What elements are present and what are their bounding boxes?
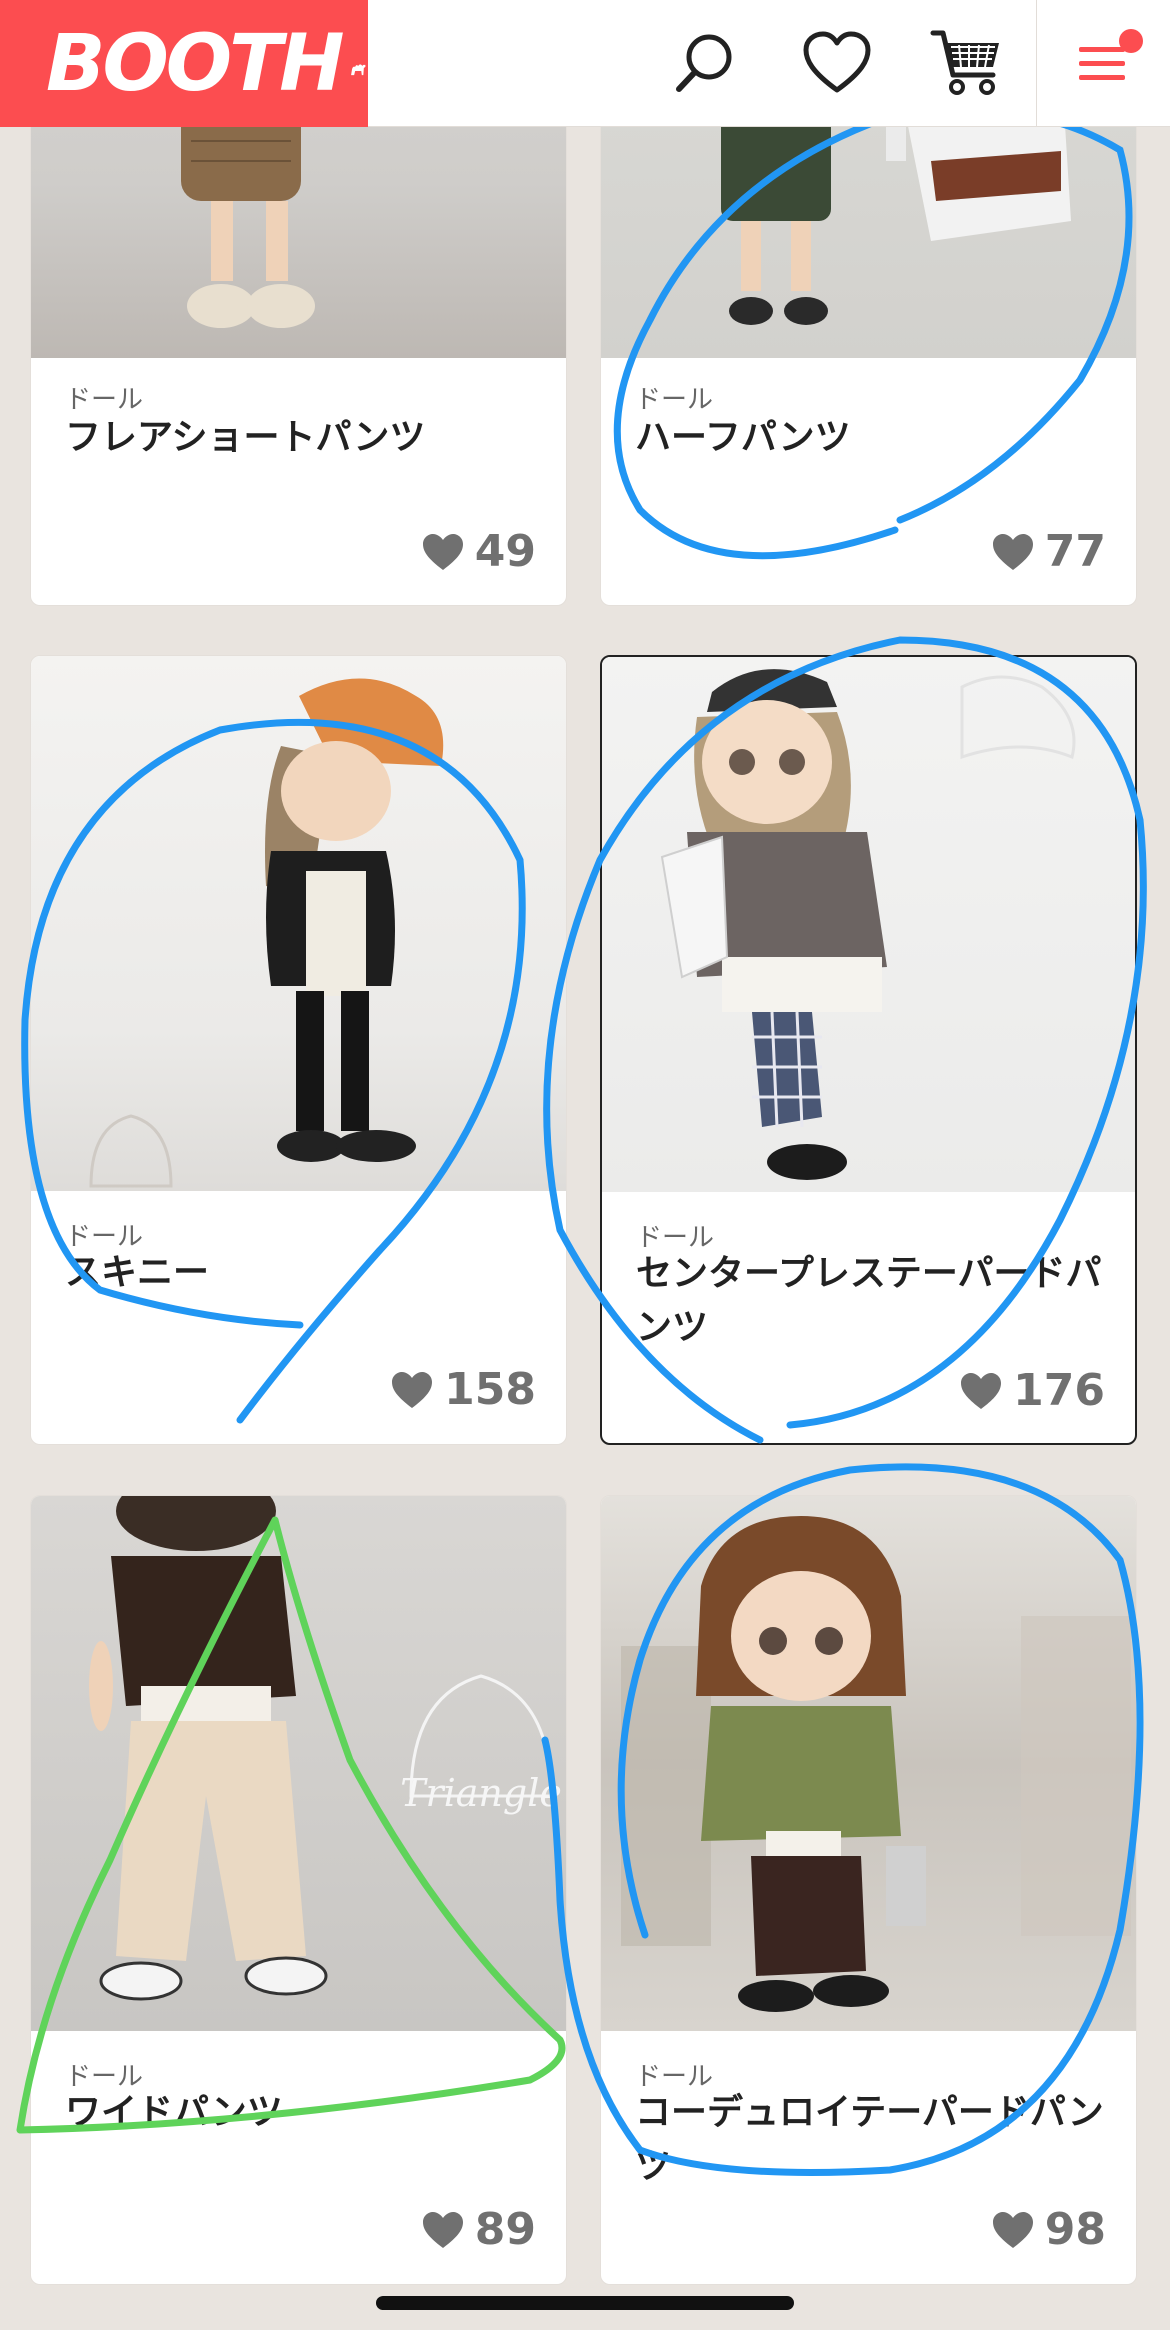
product-name: フレアショートパンツ [65,417,426,458]
like-count[interactable]: 49 [421,526,536,577]
product-image [602,657,1135,1192]
logo-text: BOOTH [46,18,345,109]
doll-photo [621,1516,1131,2012]
heart-outline-icon [803,31,871,93]
home-indicator[interactable] [376,2296,794,2310]
product-name: ワイドパンツ [65,2092,283,2133]
product-name: コーデュロイテーパードパンツ [635,2092,1104,2187]
search-icon[interactable] [660,18,750,108]
search-icon-glyph [676,34,732,92]
booth-logo[interactable]: BOOTH [0,0,368,127]
heart-icon [422,533,463,570]
product-image [601,1496,1136,2031]
doll-photo [660,669,1076,1180]
like-count-value: 89 [474,2204,536,2255]
product-name: ハーフパンツ [635,417,851,458]
like-count[interactable]: 98 [991,2204,1106,2255]
heart-icon [392,1371,433,1408]
like-count-value: 98 [1044,2204,1106,2255]
top-header: BOOTH [0,0,1170,127]
watermark: Triangle [400,1771,562,1815]
heart-icon [992,533,1033,570]
like-count[interactable]: 176 [959,1365,1105,1416]
product-card[interactable]: Triangle ドール ワイドパンツ 89 [30,1495,567,2285]
product-image [31,656,566,1191]
hamburger-icon [1079,29,1143,80]
like-count-value: 49 [474,526,536,577]
favorites-icon[interactable] [792,18,882,108]
cart-icon[interactable] [922,18,1012,108]
product-card[interactable]: ドール スキニー 158 [30,655,567,1445]
like-count[interactable]: 77 [991,526,1106,577]
like-count[interactable]: 89 [421,2204,536,2255]
like-count-value: 176 [1013,1365,1105,1416]
doll-photo [89,678,444,1188]
product-name: スキニー [65,1252,210,1293]
heart-icon [992,2211,1033,2248]
product-image: Triangle [31,1496,566,2031]
like-count-value: 77 [1044,526,1106,577]
doll-photo: Triangle [89,1496,562,2001]
camel-icon [350,63,365,75]
like-count-value: 158 [444,1364,536,1415]
heart-icon [961,1372,1002,1409]
like-count[interactable]: 158 [390,1364,536,1415]
heart-icon [422,2211,463,2248]
menu-divider [1036,0,1037,127]
product-name: センタープレステーパードパンツ [636,1253,1102,1348]
product-card[interactable]: ドール コーデュロイテーパードパンツ 98 [600,1495,1137,2285]
menu-icon[interactable] [1060,18,1150,108]
product-card-selected[interactable]: ドール センタープレステーパードパンツ 176 [600,655,1137,1445]
cart-icon-glyph [930,30,999,95]
